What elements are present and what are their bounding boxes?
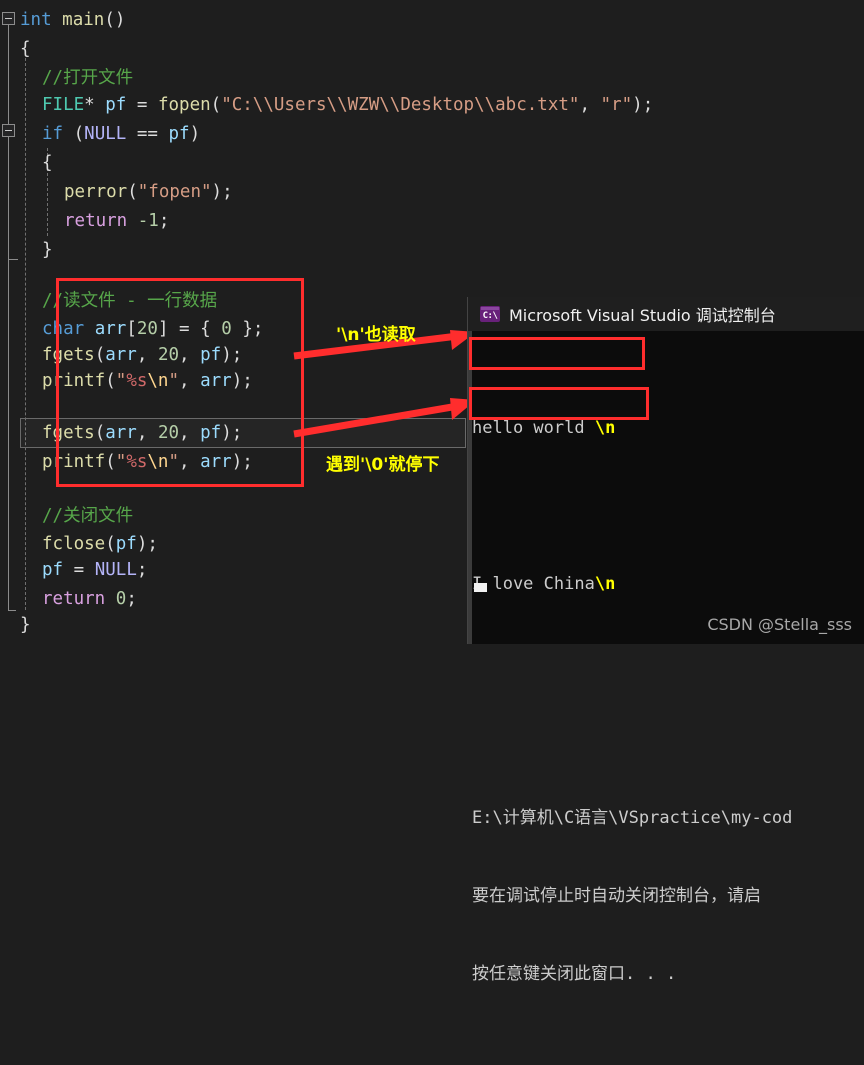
console-escape-0: \n xyxy=(594,418,616,438)
annotation-stop-at-nul: 遇到'\0'就停下 xyxy=(326,455,440,475)
console-text-1: I love China xyxy=(472,574,595,594)
code-line-8[interactable]: } xyxy=(0,236,53,265)
console-title: Microsoft Visual Studio 调试控制台 xyxy=(509,306,776,325)
console-spacer-0 xyxy=(472,493,864,519)
console-spacer-1 xyxy=(472,649,864,675)
code-line-13[interactable]: printf("%s\n", arr); xyxy=(0,367,253,396)
code-line-6[interactable]: perror("fopen"); xyxy=(0,178,233,207)
code-line-19[interactable]: fclose(pf); xyxy=(0,530,158,559)
code-line-2[interactable]: //打开文件 xyxy=(0,64,133,93)
code-line-4[interactable]: if (NULL == pf) xyxy=(0,120,200,149)
console-scrollbar[interactable] xyxy=(468,331,472,644)
debug-console-window[interactable]: C:\ Microsoft Visual Studio 调试控制台 hello … xyxy=(467,297,864,984)
code-line-11[interactable]: char arr[20] = { 0 }; xyxy=(0,315,263,344)
console-message-1: 要在调试停止时自动关闭控制台，请启 xyxy=(472,886,761,906)
code-line-20[interactable]: pf = NULL; xyxy=(0,556,147,585)
console-output-line-0: hello world \n xyxy=(472,415,864,441)
console-message-0: E:\计算机\C语言\VSpractice\my-cod xyxy=(472,808,793,828)
code-line-10[interactable]: //读文件 - 一行数据 xyxy=(0,287,217,316)
code-line-18[interactable]: //关闭文件 xyxy=(0,502,133,531)
code-line-3[interactable]: FILE* pf = fopen("C:\\Users\\WZW\\Deskto… xyxy=(0,91,653,120)
watermark: CSDN @Stella_sss xyxy=(707,615,852,634)
code-line-0[interactable]: int main() xyxy=(0,6,125,35)
code-line-12[interactable]: fgets(arr, 20, pf); xyxy=(0,341,242,370)
console-output-line-1: I love China\n xyxy=(472,571,864,597)
console-message-2: 按任意键关闭此窗口. . . xyxy=(472,964,677,984)
console-cursor xyxy=(474,583,487,592)
arrow-to-second-output xyxy=(293,398,476,438)
code-line-21[interactable]: return 0; xyxy=(0,585,137,614)
console-output[interactable]: hello world \n I love China\n E:\计算机\C语言… xyxy=(468,331,864,984)
code-line-16[interactable]: printf("%s\n", arr); xyxy=(0,448,253,477)
code-line-1[interactable]: { xyxy=(0,35,31,64)
code-line-5[interactable]: { xyxy=(0,149,53,178)
code-line-15[interactable]: fgets(arr, 20, pf); xyxy=(0,419,242,448)
console-titlebar[interactable]: C:\ Microsoft Visual Studio 调试控制台 xyxy=(468,297,864,331)
console-spacer-2 xyxy=(472,727,864,753)
code-line-7[interactable]: return -1; xyxy=(0,207,169,236)
console-text-0: hello world xyxy=(472,418,595,438)
code-line-22[interactable]: } xyxy=(0,611,31,640)
console-window-icon: C:\ xyxy=(480,306,500,322)
annotation-newline-read: '\n'也读取 xyxy=(336,325,416,345)
console-escape-1: \n xyxy=(594,574,616,594)
